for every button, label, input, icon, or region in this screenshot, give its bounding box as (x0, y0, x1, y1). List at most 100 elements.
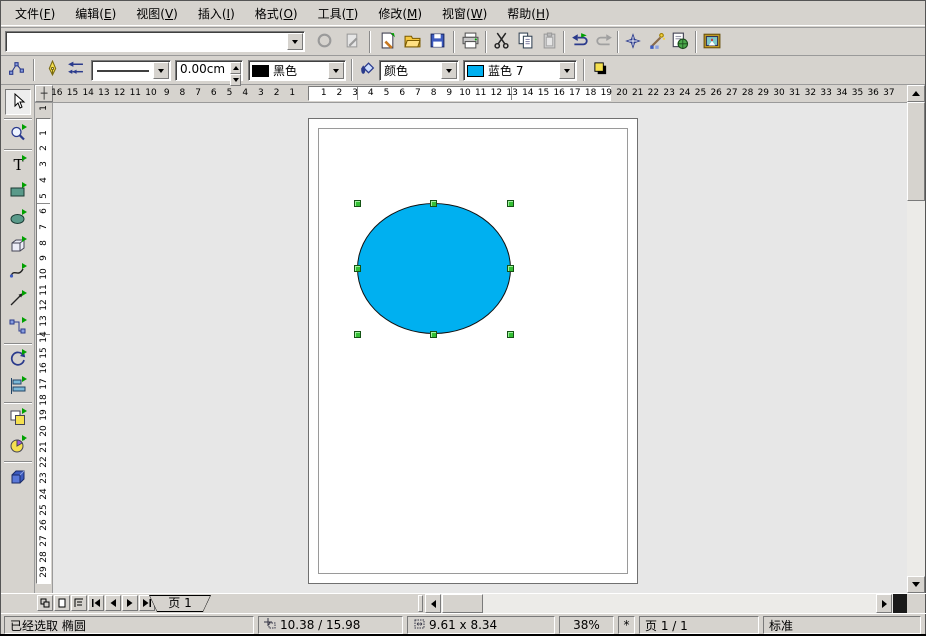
tool-text[interactable]: T (5, 153, 31, 179)
tool-select[interactable] (5, 89, 31, 115)
tool-zoom[interactable] (5, 122, 31, 148)
save-button[interactable] (426, 31, 448, 53)
handle-bottom-right[interactable] (507, 331, 514, 338)
tool-arrange[interactable] (5, 406, 31, 432)
print-button[interactable] (459, 31, 481, 53)
open-button[interactable] (401, 31, 423, 53)
print-icon (462, 32, 479, 52)
arrow-ends-button[interactable] (64, 59, 86, 81)
tool-3d-controller[interactable] (5, 465, 31, 491)
tool-3d-object[interactable] (5, 234, 31, 260)
handle-mid-right[interactable] (507, 265, 514, 272)
menu-item-8[interactable]: 帮助(H) (497, 2, 559, 25)
status-style-value[interactable]: 标准 (769, 617, 793, 634)
url-combo-dropdown-button[interactable] (287, 33, 303, 50)
handle-bottom-center[interactable] (430, 331, 437, 338)
cut-button[interactable] (490, 31, 512, 53)
handle-bottom-left[interactable] (354, 331, 361, 338)
horizontal-scrollbar[interactable] (425, 594, 893, 613)
line-width-value[interactable]: 0.00cm (176, 61, 229, 80)
tool-curve[interactable] (5, 261, 31, 287)
tool-insert[interactable] (5, 433, 31, 459)
tool-connector[interactable] (5, 315, 31, 341)
new-document-button[interactable] (376, 31, 398, 53)
image-button[interactable] (701, 31, 723, 53)
status-size-value[interactable]: 9.61 x 8.34 (429, 618, 497, 632)
line-style-select[interactable] (91, 60, 171, 81)
first-page-button[interactable] (88, 595, 104, 611)
redo-button (593, 31, 615, 53)
status-position-value[interactable]: 10.38 / 15.98 (280, 618, 360, 632)
tool-ellipse[interactable] (5, 207, 31, 233)
stylist-button[interactable] (646, 31, 668, 53)
tool-rotate[interactable] (5, 347, 31, 373)
fill-type-select[interactable]: 颜色 (379, 60, 459, 81)
page-tab[interactable]: 页 1 (149, 595, 211, 612)
v-ruler-number: 24 (39, 486, 49, 502)
menu-item-1[interactable]: 编辑(E) (65, 2, 126, 25)
status-position-field[interactable]: 10.38 / 15.98 (258, 616, 403, 634)
vertical-scrollbar[interactable] (907, 85, 925, 593)
menu-item-2[interactable]: 视图(V) (126, 2, 188, 25)
status-zoom-value[interactable]: 38% (573, 618, 600, 632)
status-size-field[interactable]: 9.61 x 8.34 (407, 616, 555, 634)
line-color-value[interactable]: 黑色 (269, 62, 327, 79)
shadow-button[interactable] (589, 59, 611, 81)
handle-top-right[interactable] (507, 200, 514, 207)
tool-line-arrow[interactable] (5, 288, 31, 314)
tab-splitter[interactable] (418, 595, 423, 612)
status-zoom-field[interactable]: 38% (559, 616, 614, 634)
gallery-button[interactable] (669, 31, 691, 53)
url-combo[interactable] (5, 31, 305, 52)
copy-button[interactable] (514, 31, 536, 53)
scroll-right-button[interactable] (876, 594, 892, 613)
fill-type-value[interactable]: 颜色 (380, 62, 440, 79)
line-width-up-button[interactable] (230, 62, 241, 74)
paste-icon (541, 32, 558, 52)
line-style-dropdown-button[interactable] (153, 62, 169, 79)
area-dialog-button[interactable] (356, 59, 378, 81)
line-color-select[interactable]: 黑色 (248, 60, 346, 81)
undo-button[interactable] (569, 31, 591, 53)
scroll-down-button[interactable] (907, 576, 925, 593)
fill-type-dropdown-button[interactable] (441, 62, 457, 79)
menu-item-6[interactable]: 修改(M) (368, 2, 432, 25)
fill-color-select[interactable]: 蓝色 7 (463, 60, 577, 81)
fill-color-value[interactable]: 蓝色 7 (484, 62, 558, 79)
menu-item-4[interactable]: 格式(O) (245, 2, 308, 25)
page-tab-label[interactable]: 页 1 (149, 595, 211, 612)
page-mode-button[interactable] (54, 595, 70, 611)
layer-mode-button[interactable] (37, 595, 53, 611)
line-color-dropdown-button[interactable] (328, 62, 344, 79)
scroll-left-button[interactable] (425, 594, 441, 613)
next-page-button[interactable] (122, 595, 138, 611)
resize-corner[interactable] (907, 594, 925, 613)
menu-item-5[interactable]: 工具(T) (308, 2, 369, 25)
line-width-spinner[interactable]: 0.00cm (175, 60, 243, 81)
menu-item-7[interactable]: 视窗(W) (432, 2, 497, 25)
tool-rectangle[interactable] (5, 180, 31, 206)
master-mode-button[interactable] (71, 595, 87, 611)
v-ruler-number: 9 (39, 250, 49, 266)
navigator-button[interactable] (622, 31, 644, 53)
horizontal-scroll-thumb[interactable] (442, 594, 483, 613)
menu-item-0[interactable]: 文件(F) (5, 2, 65, 25)
v-ruler-number: 17 (39, 376, 49, 392)
status-style-field[interactable]: 标准 (763, 616, 921, 634)
edit-file-button (341, 31, 363, 53)
ellipse-shape[interactable] (357, 203, 511, 334)
fill-color-dropdown-button[interactable] (559, 62, 575, 79)
menu-item-3[interactable]: 插入(I) (188, 2, 245, 25)
line-dialog-button[interactable] (41, 59, 63, 81)
vertical-scroll-thumb[interactable] (907, 102, 925, 201)
v-ruler-number: 22 (39, 454, 49, 470)
edit-points-button[interactable] (5, 59, 27, 81)
page[interactable] (308, 118, 638, 584)
drawing-canvas[interactable] (53, 103, 907, 593)
handle-mid-left[interactable] (354, 265, 361, 272)
handle-top-left[interactable] (354, 200, 361, 207)
previous-page-button[interactable] (105, 595, 121, 611)
scroll-up-button[interactable] (907, 85, 925, 102)
handle-top-center[interactable] (430, 200, 437, 207)
tool-alignment[interactable] (5, 374, 31, 400)
